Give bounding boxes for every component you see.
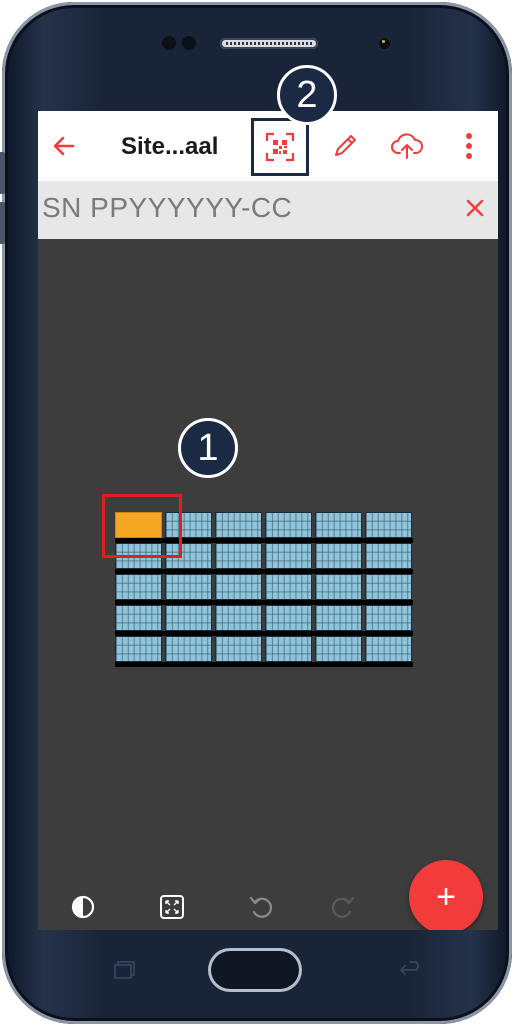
serial-number-bar: SN PPYYYYYY-CC: [38, 181, 498, 239]
add-panel-fab[interactable]: +: [409, 860, 483, 930]
solar-panel[interactable]: [165, 605, 212, 631]
recent-apps-icon: [114, 961, 135, 979]
back-button[interactable]: [46, 125, 82, 167]
solar-panel[interactable]: [265, 512, 312, 538]
redo-icon: [331, 896, 355, 918]
volume-button: [0, 152, 5, 194]
solar-panel[interactable]: [215, 574, 262, 600]
solar-panel[interactable]: [315, 512, 362, 538]
solar-panel[interactable]: [215, 605, 262, 631]
earpiece: [220, 38, 318, 49]
solar-panel[interactable]: [265, 605, 312, 631]
solar-panel[interactable]: [215, 543, 262, 569]
edit-button[interactable]: [325, 125, 365, 167]
callout-badge-2: 2: [277, 65, 337, 125]
home-button[interactable]: [208, 948, 302, 992]
fit-screen-button[interactable]: [157, 892, 187, 922]
app-bar: Site...aal: [38, 111, 498, 181]
contrast-icon: [71, 895, 95, 919]
solar-panel[interactable]: [165, 636, 212, 662]
selection-highlight: [102, 494, 182, 558]
solar-panel[interactable]: [315, 574, 362, 600]
callout-badge-1: 1: [178, 418, 238, 478]
pencil-icon: [335, 135, 356, 156]
fit-screen-icon: [160, 895, 184, 919]
solar-panel[interactable]: [365, 512, 412, 538]
back-icon: [400, 961, 419, 975]
more-vert-icon: [466, 133, 472, 159]
solar-panel[interactable]: [315, 543, 362, 569]
page-title: Site...aal: [121, 133, 219, 160]
close-icon: [466, 199, 484, 217]
solar-panel[interactable]: [315, 636, 362, 662]
solar-panel[interactable]: [365, 605, 412, 631]
solar-panel[interactable]: [365, 543, 412, 569]
scan-button[interactable]: [251, 118, 309, 176]
serial-number-text[interactable]: SN PPYYYYYY-CC: [42, 192, 292, 224]
front-camera: [376, 35, 393, 52]
redo-button[interactable]: [327, 892, 357, 922]
back-arrow-icon: [53, 136, 75, 156]
undo-button[interactable]: [247, 892, 277, 922]
solar-panel[interactable]: [215, 636, 262, 662]
contrast-button[interactable]: [68, 892, 98, 922]
qr-scan-icon: [265, 132, 295, 162]
solar-panel[interactable]: [365, 574, 412, 600]
solar-panel[interactable]: [265, 636, 312, 662]
cloud-upload-icon: [391, 133, 423, 159]
solar-panel[interactable]: [265, 574, 312, 600]
solar-panel[interactable]: [215, 512, 262, 538]
solar-panel[interactable]: [115, 574, 162, 600]
solar-panel[interactable]: [115, 605, 162, 631]
solar-panel[interactable]: [265, 543, 312, 569]
clear-serial-button[interactable]: [460, 193, 490, 223]
volume-button: [0, 202, 5, 244]
mounting-rail: [115, 662, 413, 667]
light-sensor: [182, 36, 196, 50]
solar-panel[interactable]: [315, 605, 362, 631]
recent-apps-key[interactable]: [110, 960, 140, 980]
more-options-button[interactable]: [455, 125, 483, 167]
phone-frame: Site...aal SN PPYYYYYY-CC + 2 1: [0, 2, 512, 1024]
solar-panel[interactable]: [365, 636, 412, 662]
solar-panel[interactable]: [165, 574, 212, 600]
back-key[interactable]: [395, 960, 425, 980]
undo-icon: [249, 896, 273, 918]
proximity-sensor: [162, 36, 176, 50]
solar-panel[interactable]: [115, 636, 162, 662]
upload-button[interactable]: [386, 125, 428, 167]
